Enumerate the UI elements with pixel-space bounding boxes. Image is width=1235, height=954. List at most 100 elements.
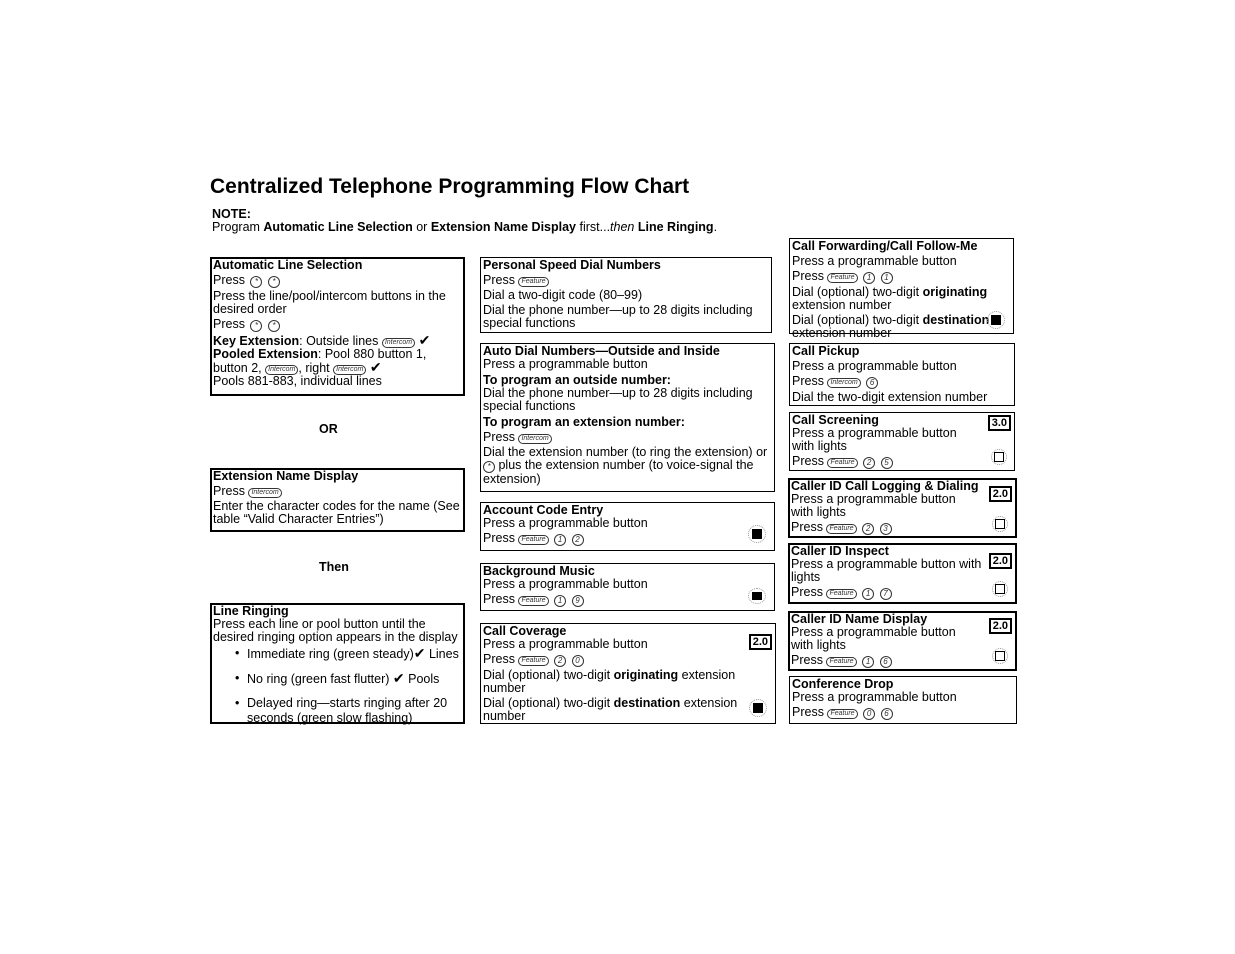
feature-key-icon: Feature — [827, 709, 858, 719]
step: Press Intercom — [483, 431, 772, 444]
note-item: Line Ringing — [637, 220, 714, 234]
digit-key-icon: 6 — [866, 377, 879, 389]
feature-key-icon: Feature — [826, 657, 857, 667]
intercom-key-icon: Intercom — [248, 488, 282, 498]
step: Dial (optional) two-digit originating ex… — [792, 285, 988, 312]
digit-key-icon: 2 — [862, 523, 875, 535]
step: Press * * — [213, 318, 462, 332]
star-key-icon: * — [267, 276, 280, 288]
digit-key-icon: 3 — [879, 523, 892, 535]
light-off-icon — [992, 648, 1008, 664]
light-off-icon — [991, 449, 1007, 465]
connector-then: Then — [319, 560, 349, 574]
feature-key-icon: Feature — [518, 535, 549, 545]
version-badge: 2.0 — [988, 553, 1012, 569]
digit-key-icon: 1 — [862, 588, 875, 600]
step: Dial the extension number (to ring the e… — [483, 445, 768, 486]
light-on-icon — [987, 311, 1005, 329]
step: Key Extension: Outside lines Intercom ✔ — [213, 332, 431, 348]
line-ringing-box: Line Ringing Press each line or pool but… — [210, 603, 465, 726]
step: Dial (optional) two-digit destination ex… — [792, 313, 990, 340]
step: Press each line or pool button until the… — [213, 617, 458, 644]
automatic-line-selection-box: Automatic Line Selection Press * * Press… — [210, 257, 465, 396]
caller-id-inspect-box: Caller ID Inspect 2.0 Press a programmab… — [788, 543, 1017, 604]
intercom-key-icon: Intercom — [827, 378, 861, 388]
note: NOTE: Program Automatic Line Selection o… — [212, 208, 717, 234]
light-flashing-icon — [748, 588, 766, 604]
step: Press Feature 1 2 — [483, 532, 772, 546]
digit-key-icon: 1 — [862, 656, 875, 668]
step: Press Intercom — [213, 485, 462, 498]
step: Pools 881-883, individual lines — [213, 374, 382, 388]
box-title: Automatic Line Selection — [213, 258, 363, 272]
note-text: Program — [212, 220, 264, 234]
connector-or: OR — [319, 422, 338, 436]
version-badge: 2.0 — [988, 486, 1012, 502]
version-badge: 2.0 — [748, 634, 772, 650]
step: Press Feature 1 7 — [791, 586, 1014, 600]
ringing-options: Immediate ring (green steady)✔ Lines No … — [213, 646, 462, 726]
note-item: Automatic Line Selection — [263, 220, 413, 234]
step: Press Feature — [483, 274, 769, 287]
digit-key-icon: 1 — [554, 534, 567, 546]
step: Press Feature 2 3 — [791, 521, 1014, 535]
version-badge: 3.0 — [987, 415, 1011, 431]
digit-key-icon: 0 — [571, 655, 584, 667]
step: Dial the phone number—up to 28 digits in… — [483, 386, 753, 413]
note-text: or — [412, 220, 431, 234]
ringing-option: No ring (green fast flutter) ✔ Pools — [235, 671, 462, 687]
digit-key-icon: 7 — [879, 588, 892, 600]
step: Press a programmable button — [483, 516, 648, 530]
star-key-icon: * — [267, 320, 280, 332]
step: Press a programmable button — [483, 357, 648, 371]
step: Press Feature 2 0 — [483, 653, 773, 667]
account-code-entry-box: Account Code Entry Press a programmable … — [480, 502, 775, 551]
note-text: then — [610, 220, 635, 234]
star-key-icon: * — [250, 276, 263, 288]
box-title: Personal Speed Dial Numbers — [483, 258, 661, 272]
light-off-icon — [992, 516, 1008, 532]
step: Dial the two-digit extension number — [792, 390, 988, 404]
light-on-icon — [748, 525, 766, 543]
step: Press Intercom 6 — [792, 375, 1012, 389]
step: Press Feature 1 9 — [483, 593, 772, 607]
digit-key-icon: 6 — [879, 656, 892, 668]
call-screening-box: Call Screening 3.0 Press a programmable … — [789, 412, 1015, 471]
ringing-option: Delayed ring—starts ringing after 20 sec… — [235, 696, 462, 726]
step: Press a programmable button with lights — [791, 625, 956, 652]
digit-key-icon: 1 — [554, 595, 567, 607]
step: Dial the phone number—up to 28 digits in… — [483, 303, 753, 330]
step: Press Feature 1 1 — [792, 270, 1011, 284]
step: Press a programmable button with lights — [791, 557, 982, 584]
light-on-icon — [749, 699, 767, 717]
background-music-box: Background Music Press a programmable bu… — [480, 563, 775, 611]
feature-key-icon: Feature — [518, 277, 549, 287]
step: Press Feature 1 6 — [791, 654, 1014, 668]
digit-key-icon: 6 — [880, 708, 893, 720]
feature-key-icon: Feature — [826, 524, 857, 534]
digit-key-icon: 2 — [863, 457, 876, 469]
digit-key-icon: 2 — [554, 655, 567, 667]
step: Press Feature 0 6 — [792, 706, 1014, 720]
checkmark-icon: ✔ — [392, 670, 405, 686]
feature-key-icon: Feature — [518, 656, 549, 666]
step: Dial (optional) two-digit originating ex… — [483, 668, 736, 695]
step: Dial (optional) two-digit destination ex… — [483, 696, 738, 723]
digit-key-icon: 2 — [571, 534, 584, 546]
step: Press a programmable button — [483, 637, 648, 651]
digit-key-icon: 9 — [571, 595, 584, 607]
step: Press a programmable button with lights — [791, 492, 956, 519]
call-coverage-box: Call Coverage 2.0 Press a programmable b… — [480, 623, 776, 724]
step: Press Feature 2 5 — [792, 455, 1012, 469]
step: Enter the character codes for the name (… — [213, 499, 460, 526]
digit-key-icon: 5 — [880, 457, 893, 469]
digit-key-icon: 0 — [863, 708, 876, 720]
caller-id-name-display-box: Caller ID Name Display 2.0 Press a progr… — [788, 611, 1017, 671]
feature-key-icon: Feature — [827, 458, 858, 468]
step: Press a programmable button — [792, 254, 957, 268]
checkmark-icon: ✔ — [413, 645, 426, 661]
digit-key-icon: 1 — [880, 272, 893, 284]
conference-drop-box: Conference Drop Press a programmable but… — [789, 676, 1017, 724]
step: Pooled Extension: Pool 880 button 1, butt… — [213, 347, 427, 375]
subheading: To program an extension number: — [483, 415, 685, 429]
